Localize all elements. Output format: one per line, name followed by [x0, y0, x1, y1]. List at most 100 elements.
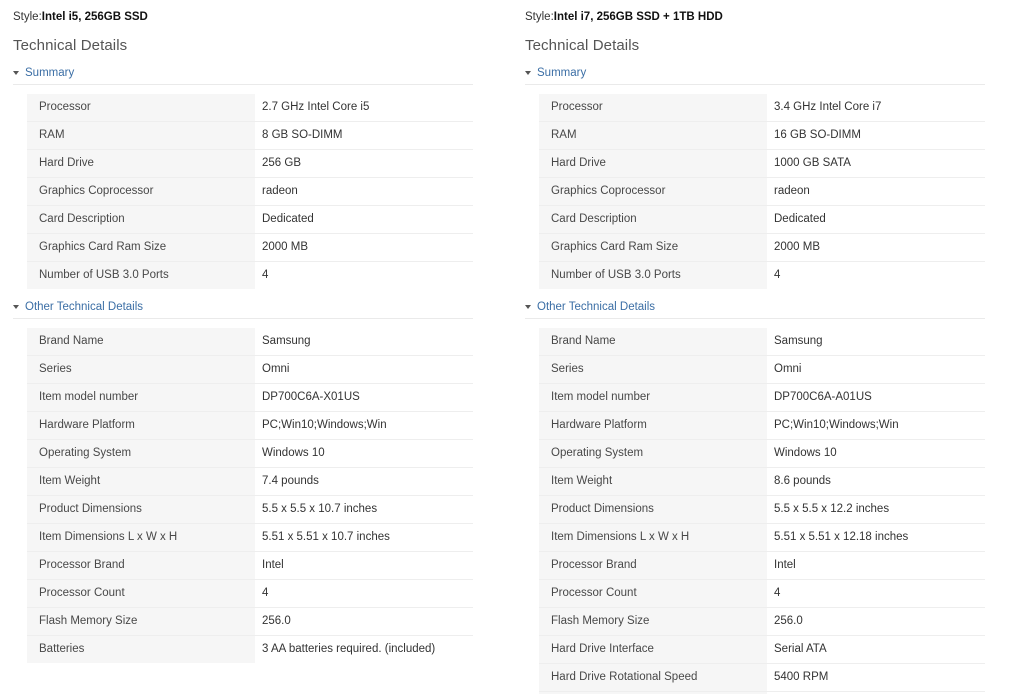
spec-key: Operating System [539, 439, 767, 469]
table-row: Item Weight 8.6 pounds [539, 467, 985, 497]
spec-key: Product Dimensions [27, 495, 255, 525]
section-header-summary[interactable]: Summary [13, 66, 473, 86]
spec-value: 7.4 pounds [255, 467, 473, 497]
table-row: Processor Count 4 [27, 579, 473, 609]
section-header-other-technical-details[interactable]: Other Technical Details [525, 300, 985, 320]
section-header-other-technical-details[interactable]: Other Technical Details [13, 300, 473, 320]
style-label: Style: [525, 11, 554, 23]
table-row: Operating System Windows 10 [27, 439, 473, 469]
table-row: Brand Name Samsung [27, 328, 473, 357]
table-row: Graphics Coprocessor radeon [539, 177, 985, 207]
spec-value: Windows 10 [767, 439, 985, 469]
spec-value: 4 [255, 261, 473, 290]
spec-key: Processor Brand [27, 551, 255, 581]
table-row: Series Omni [27, 355, 473, 385]
table-row: Item Weight 7.4 pounds [27, 467, 473, 497]
spec-value: Omni [255, 355, 473, 385]
spec-value: Dedicated [255, 205, 473, 235]
table-row: Hardware Platform PC;Win10;Windows;Win [27, 411, 473, 441]
spec-value: PC;Win10;Windows;Win [255, 411, 473, 441]
section-title[interactable]: Other Technical Details [537, 300, 655, 314]
spec-value: 3 AA batteries required. (included) [255, 635, 473, 664]
spec-value: 8.6 pounds [767, 467, 985, 497]
spec-table-summary: Processor 2.7 GHz Intel Core i5 RAM 8 GB S… [27, 94, 473, 290]
style-label: Style: [13, 11, 42, 23]
spec-table-other: Brand Name Samsung Series Omni Item model … [27, 328, 473, 664]
spec-value: 2.7 GHz Intel Core i5 [255, 94, 473, 123]
spec-value: Samsung [255, 328, 473, 357]
spec-table-body: Processor 3.4 GHz Intel Core i7 RAM 16 GB … [539, 94, 985, 290]
spec-table-summary: Processor 3.4 GHz Intel Core i7 RAM 16 GB … [539, 94, 985, 290]
section-title[interactable]: Summary [25, 66, 74, 80]
spec-key: Operating System [27, 439, 255, 469]
spec-value: Intel [255, 551, 473, 581]
section-summary: Summary Processor 2.7 GHz Intel Core i5 R… [13, 66, 473, 290]
spec-key: Graphics Card Ram Size [27, 233, 255, 263]
spec-value: 5.51 x 5.51 x 12.18 inches [767, 523, 985, 553]
spec-value: 4 [767, 579, 985, 609]
spec-key: RAM [27, 121, 255, 151]
spec-key: Hard Drive [27, 149, 255, 179]
spec-value: 256.0 [767, 607, 985, 637]
triangle-down-icon [525, 304, 531, 309]
spec-table-body: Brand Name Samsung Series Omni Item model … [27, 328, 473, 664]
table-row: Item Dimensions L x W x H 5.51 x 5.51 x 1… [539, 523, 985, 553]
section-body-summary: Processor 3.4 GHz Intel Core i7 RAM 16 GB … [525, 94, 985, 290]
spec-value: DP700C6A-A01US [767, 383, 985, 413]
table-row: Operating System Windows 10 [539, 439, 985, 469]
table-row: Flash Memory Size 256.0 [27, 607, 473, 637]
section-body-other-technical-details: Brand Name Samsung Series Omni Item model … [13, 328, 473, 664]
spec-key: Flash Memory Size [27, 607, 255, 637]
section-other-technical-details: Other Technical Details Brand Name Samsun… [525, 300, 985, 694]
table-row: Item model number DP700C6A-X01US [27, 383, 473, 413]
spec-key: Hard Drive Rotational Speed [539, 663, 767, 693]
spec-key: Number of USB 3.0 Ports [27, 261, 255, 290]
table-row: Hardware Platform PC;Win10;Windows;Win [539, 411, 985, 441]
spec-key: Hardware Platform [539, 411, 767, 441]
spec-value: Omni [767, 355, 985, 385]
table-row: Number of USB 3.0 Ports 4 [27, 261, 473, 290]
spec-value: 4 [767, 261, 985, 290]
spec-value: 256.0 [255, 607, 473, 637]
table-row: Processor Count 4 [539, 579, 985, 609]
spec-value: 5400 RPM [767, 663, 985, 693]
section-body-summary: Processor 2.7 GHz Intel Core i5 RAM 8 GB S… [13, 94, 473, 290]
table-row: RAM 16 GB SO-DIMM [539, 121, 985, 151]
spec-key: RAM [539, 121, 767, 151]
table-row: Brand Name Samsung [539, 328, 985, 357]
table-row: Product Dimensions 5.5 x 5.5 x 12.2 inche… [539, 495, 985, 525]
section-header-summary[interactable]: Summary [525, 66, 985, 86]
spec-key: Item model number [27, 383, 255, 413]
spec-table-other: Brand Name Samsung Series Omni Item model … [539, 328, 985, 694]
section-title[interactable]: Other Technical Details [25, 300, 143, 314]
section-title[interactable]: Summary [537, 66, 586, 80]
table-row: Processor 2.7 GHz Intel Core i5 [27, 94, 473, 123]
triangle-down-icon [13, 70, 19, 75]
table-row: Flash Memory Size 256.0 [539, 607, 985, 637]
table-row: Item Dimensions L x W x H 5.51 x 5.51 x 1… [27, 523, 473, 553]
spec-key: Product Dimensions [539, 495, 767, 525]
spec-value: 2000 MB [255, 233, 473, 263]
style-value: Intel i7, 256GB SSD + 1TB HDD [553, 11, 723, 23]
spec-key: Flash Memory Size [539, 607, 767, 637]
product-panel-left: Style:Intel i5, 256GB SSD Technical Deta… [0, 0, 512, 694]
table-row: Processor Brand Intel [27, 551, 473, 581]
section-summary: Summary Processor 3.4 GHz Intel Core i7 R… [525, 66, 985, 290]
triangle-down-icon [525, 70, 531, 75]
spec-value: 8 GB SO-DIMM [255, 121, 473, 151]
spec-key: Item Weight [539, 467, 767, 497]
table-row: Number of USB 3.0 Ports 4 [539, 261, 985, 290]
table-row: Processor Brand Intel [539, 551, 985, 581]
spec-value: 5.51 x 5.51 x 10.7 inches [255, 523, 473, 553]
spec-value: 1000 GB SATA [767, 149, 985, 179]
spec-value: Samsung [767, 328, 985, 357]
table-row: Hard Drive 1000 GB SATA [539, 149, 985, 179]
spec-value: 4 [255, 579, 473, 609]
spec-key: Item model number [539, 383, 767, 413]
spec-value: 256 GB [255, 149, 473, 179]
table-row: Batteries3 AA batteries required. (inclu… [27, 635, 473, 664]
spec-key: Processor [539, 94, 767, 123]
spec-table-body: Brand Name Samsung Series Omni Item model … [539, 328, 985, 694]
spec-value: DP700C6A-X01US [255, 383, 473, 413]
table-row: Hard Drive 256 GB [27, 149, 473, 179]
